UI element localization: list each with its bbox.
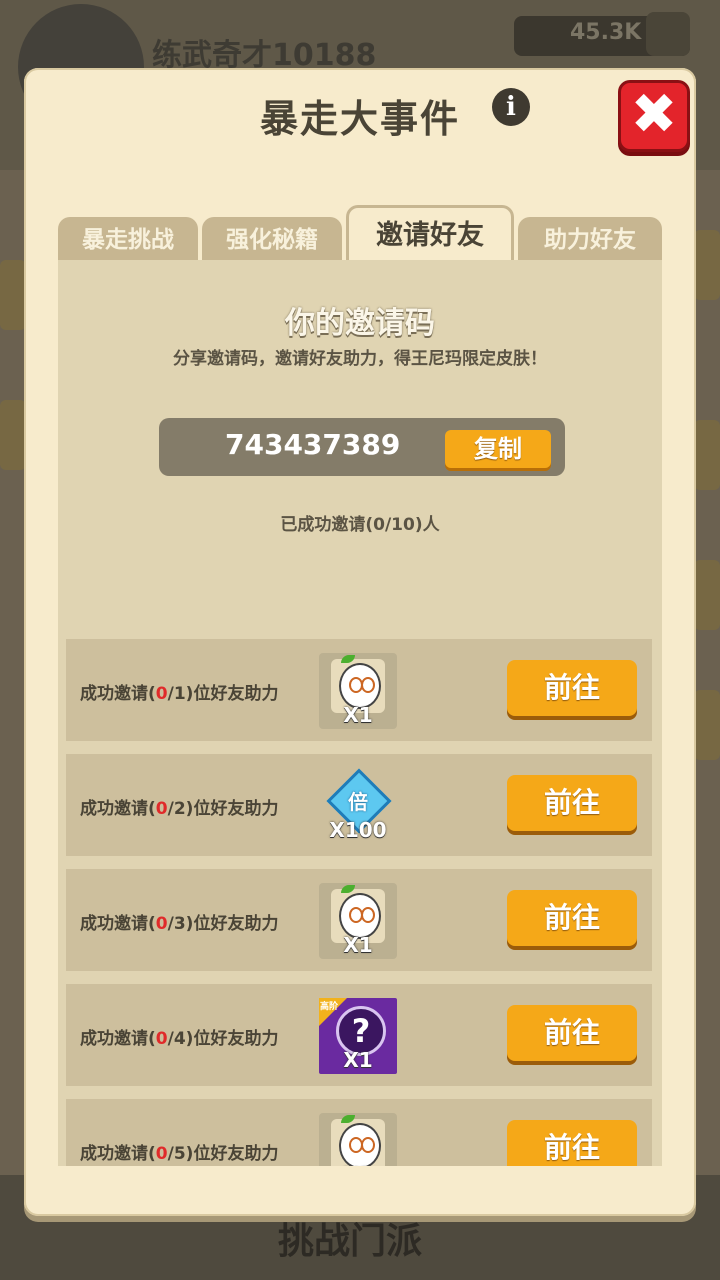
side-button	[694, 420, 720, 490]
row-requirement: 成功邀请(0/5)位好友助力	[80, 1144, 279, 1164]
reward-count: X2	[319, 1163, 397, 1166]
reward-row: 成功邀请(0/4)位好友助力 高阶 ? X1 前往	[66, 984, 652, 1086]
reward-row: 成功邀请(0/2)位好友助力 倍 X100 前往	[66, 754, 652, 856]
invite-description: 分享邀请码，邀请好友助力，得王尼玛限定皮肤！	[173, 349, 547, 369]
invite-panel: 你的邀请码 分享邀请码，邀请好友助力，得王尼玛限定皮肤！ 743437389 复…	[58, 260, 662, 1166]
tab-bar: 暴走挑战 强化秘籍 邀请好友 助力好友	[58, 205, 662, 261]
side-button	[0, 260, 26, 330]
reward-count: X1	[343, 1048, 373, 1072]
side-button	[694, 690, 720, 760]
reward-row: 成功邀请(0/1)位好友助力 X1 前往	[66, 639, 652, 741]
side-button	[0, 400, 26, 470]
puzzle-piece-reward[interactable]: X1	[319, 653, 397, 729]
reward-row: 成功邀请(0/3)位好友助力 X1 前往	[66, 869, 652, 971]
copy-button[interactable]: 复制	[445, 430, 551, 468]
close-button[interactable]: ✖	[618, 80, 690, 152]
current-count: 0	[155, 1029, 168, 1049]
puzzle-piece-reward[interactable]: X1	[319, 883, 397, 959]
invite-code-box: 743437389 复制	[159, 418, 565, 476]
row-requirement: 成功邀请(0/1)位好友助力	[80, 684, 279, 704]
go-button[interactable]: 前往	[507, 1120, 637, 1166]
multiplier-glyph: 倍	[348, 790, 368, 814]
modal-title: 暴走大事件	[259, 97, 460, 141]
current-count: 0	[155, 799, 168, 819]
tab-challenge[interactable]: 暴走挑战	[58, 217, 198, 261]
go-button[interactable]: 前往	[507, 1005, 637, 1061]
coin-value: 45.3K	[570, 20, 642, 45]
tab-enhance-manual[interactable]: 强化秘籍	[202, 217, 342, 261]
row-requirement: 成功邀请(0/2)位好友助力	[80, 799, 279, 819]
go-button[interactable]: 前往	[507, 660, 637, 716]
reward-count: X1	[343, 703, 373, 727]
row-requirement: 成功邀请(0/4)位好友助力	[80, 1029, 279, 1049]
go-button[interactable]: 前往	[507, 775, 637, 831]
reward-count: X100	[329, 818, 387, 842]
info-icon[interactable]: i	[492, 88, 530, 126]
puzzle-piece-reward[interactable]: X2	[319, 1113, 397, 1166]
invite-progress: 已成功邀请(0/10)人	[280, 515, 440, 535]
rarity-tag-label: 高阶	[320, 1002, 339, 1012]
tab-help-friends[interactable]: 助力好友	[518, 217, 662, 261]
add-coins-button	[646, 12, 690, 56]
tab-invite-friends[interactable]: 邀请好友	[346, 205, 514, 261]
event-modal: 暴走大事件 i ✖ 暴走挑战 强化秘籍 邀请好友 助力好友 你的邀请码 分享邀请…	[24, 68, 696, 1216]
side-button	[694, 230, 720, 300]
current-count: 0	[155, 1144, 168, 1164]
go-button[interactable]: 前往	[507, 890, 637, 946]
character-face-icon	[339, 1123, 381, 1166]
row-requirement: 成功邀请(0/3)位好友助力	[80, 914, 279, 934]
close-icon: ✖	[630, 82, 678, 147]
current-count: 0	[155, 684, 168, 704]
challenge-sect-label: 挑战门派	[278, 1221, 423, 1262]
mystery-box-reward[interactable]: 高阶 ? X1	[319, 998, 397, 1074]
reward-count: X1	[343, 933, 373, 957]
reward-row: 成功邀请(0/5)位好友助力 X2 前往	[66, 1099, 652, 1166]
invite-code-value: 743437389	[225, 428, 401, 461]
side-button	[694, 560, 720, 630]
multiplier-gem-reward[interactable]: 倍 X100	[319, 768, 397, 844]
invite-code-title: 你的邀请码	[285, 306, 435, 341]
current-count: 0	[155, 914, 168, 934]
